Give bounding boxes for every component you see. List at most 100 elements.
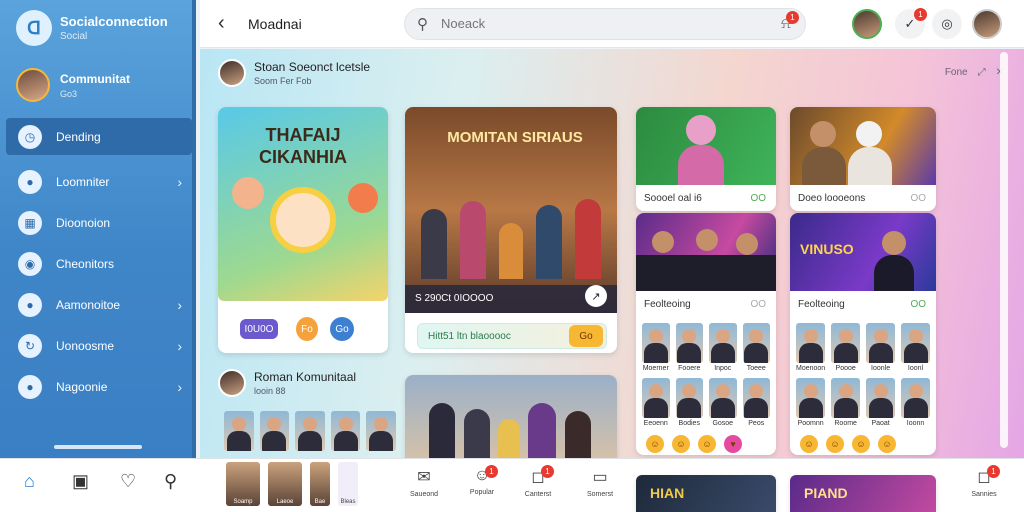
vinuso-card[interactable]: VINUSO Feolteoing OO Moenoon Poooe Ioonl… [790, 213, 936, 455]
group-icon: ● [18, 292, 42, 317]
list-item[interactable] [224, 411, 254, 451]
cta-button[interactable]: Go [569, 325, 603, 347]
concert-card[interactable]: Feolteoing OO Moerner Fooere Inpoc Toeee… [636, 213, 776, 455]
home-icon[interactable]: ⌂ [24, 471, 35, 492]
nav-saueond[interactable]: ✉ Saueond [404, 467, 444, 498]
cta-text: Hitt51 ltn blaooooc [428, 330, 511, 342]
emoji-icon[interactable]: ☺ [646, 435, 664, 453]
emoji-icon[interactable]: ☺ [672, 435, 690, 453]
list-item[interactable]: Inpoc [709, 323, 737, 372]
page-scrollbar[interactable] [1000, 52, 1008, 448]
app-subtitle: Social [60, 31, 88, 42]
app-logo-icon: ᗡ [16, 10, 52, 46]
sidebar-item-loomniter[interactable]: ● Loomniter › [6, 161, 192, 202]
list-item[interactable]: Fooere [675, 323, 703, 372]
share-icon[interactable]: ↗ [585, 285, 607, 307]
tag-icon: OO [910, 193, 926, 204]
sidebar-item-aamonoitoe[interactable]: ● Aamonoitoe › [6, 284, 192, 325]
heart-icon[interactable]: ♡ [120, 471, 136, 492]
list-item[interactable]: Ioonn [901, 378, 930, 427]
messages-badge: 1 [914, 8, 927, 21]
emoji-icon[interactable]: ☺ [698, 435, 716, 453]
inbox-icon[interactable]: ▣ [72, 471, 89, 492]
sidebar-item-dioonoion[interactable]: ▦ Dioonoion [6, 202, 192, 243]
section-action-link[interactable]: Fone [945, 67, 968, 78]
list-item[interactable]: Poooe [831, 323, 861, 372]
card-meta: S 290Ct 0IOOOO [415, 293, 494, 304]
camera-icon[interactable]: ◎ [932, 9, 962, 39]
group-photo [405, 375, 617, 458]
sidebar-item-uonoosme[interactable]: ↻ Uonoosme › [6, 325, 192, 366]
profile-avatar[interactable] [972, 9, 1002, 39]
calendar-icon: ▦ [18, 210, 42, 235]
emoji-icon[interactable]: ☺ [800, 435, 818, 453]
list-item[interactable]: Toeee [742, 323, 770, 372]
list-item[interactable]: Peos [742, 378, 770, 427]
refresh-icon: ↻ [18, 333, 42, 358]
story-tile[interactable]: Bae [310, 462, 330, 506]
pill-button[interactable]: Go [330, 317, 354, 341]
list-item[interactable]: Paoat [866, 378, 896, 427]
list-item[interactable] [259, 411, 290, 451]
nav-somerst[interactable]: ▭ Somerst [580, 467, 620, 498]
emoji-icon[interactable]: ♥ [724, 435, 742, 453]
list-item[interactable]: Gosoe [709, 378, 737, 427]
back-arrow-icon[interactable]: ‹ [218, 12, 225, 35]
nav-sannies[interactable]: ◻ Sannies 1 [964, 465, 1004, 498]
user-avatar[interactable] [852, 9, 882, 39]
green-event-card[interactable]: Soooel oal i6 OO [636, 107, 776, 211]
user-icon: ● [18, 169, 42, 194]
avatar[interactable] [218, 59, 246, 87]
member-grid: Moenoon Poooe Ioonle Ioonl Poomnn Roome … [796, 323, 930, 427]
search-bar[interactable]: ⚲ ⍾ 1 [404, 8, 806, 40]
list-item[interactable]: Ioonl [901, 323, 930, 372]
list-item[interactable]: Eeoenn [642, 378, 670, 427]
list-item[interactable]: Moenoon [796, 323, 826, 372]
clock-icon: ◷ [18, 124, 42, 149]
emoji-icon[interactable]: ☺ [852, 435, 870, 453]
pill-button[interactable]: Fo [296, 317, 318, 341]
notification-badge: 1 [485, 465, 498, 478]
card-icon: ▭ [592, 469, 608, 486]
list-item[interactable]: Ioonle [866, 323, 896, 372]
story-tile[interactable]: Laeoe [268, 462, 302, 506]
heart-bubble-icon [348, 183, 378, 213]
search-input[interactable] [441, 16, 741, 31]
sidebar-item-nagoonie[interactable]: ● Nagoonie › [6, 366, 192, 407]
section-subtitle: Soom Fer Fob [254, 76, 312, 86]
list-item[interactable] [330, 411, 361, 451]
cartoon-card[interactable]: THAFAIJ CIKANHIA I0U0O Fo Go [218, 107, 388, 353]
avatar[interactable] [218, 369, 246, 397]
banner-title: VINUSO [800, 241, 854, 257]
nav-canterst[interactable]: ◻ Canterst 1 [518, 465, 558, 498]
story-tile[interactable]: Soamp [226, 462, 260, 506]
banner-title: MOMITAN SIRIAUS [447, 129, 583, 146]
list-item[interactable]: Moerner [642, 323, 670, 372]
preview-card[interactable]: HIAN [636, 475, 776, 512]
profile[interactable]: Communitat Go3 [16, 68, 130, 102]
group-photo-card[interactable] [405, 375, 617, 458]
card-caption: Soooel oal i6 [644, 193, 702, 204]
expand-icon[interactable]: ⤢ [978, 67, 986, 78]
sidebar-item-dending[interactable]: ◷ Dending [6, 118, 192, 155]
notification-badge: 1 [987, 465, 1000, 478]
sidebar-item-cheonitors[interactable]: ◉ Cheonitors [6, 243, 192, 284]
couple-card[interactable]: Doeo loooeons OO [790, 107, 936, 211]
list-item[interactable]: Bodies [675, 378, 703, 427]
family-card[interactable]: MOMITAN SIRIAUS S 290Ct 0IOOOO ↗ Hitt51 … [405, 107, 617, 353]
list-item[interactable] [366, 411, 396, 451]
event-photo [636, 107, 776, 185]
search-icon[interactable]: ⚲ [164, 471, 177, 492]
preview-card[interactable]: PIAND [790, 475, 936, 512]
nav-popular[interactable]: ☺ Popular 1 [462, 465, 502, 496]
section-subtitle: looin 88 [254, 386, 286, 396]
emoji-icon[interactable]: ☺ [826, 435, 844, 453]
story-tile[interactable]: Bleas [338, 462, 358, 506]
list-item[interactable]: Poomnn [796, 378, 826, 427]
sidebar-scrollbar[interactable] [54, 445, 142, 449]
list-item[interactable]: Roome [831, 378, 861, 427]
emoji-icon[interactable]: ☺ [878, 435, 896, 453]
pill-button[interactable]: I0U0O [240, 319, 278, 339]
brand[interactable]: ᗡ Socialconnection Social [16, 10, 168, 46]
list-item[interactable] [295, 411, 325, 451]
